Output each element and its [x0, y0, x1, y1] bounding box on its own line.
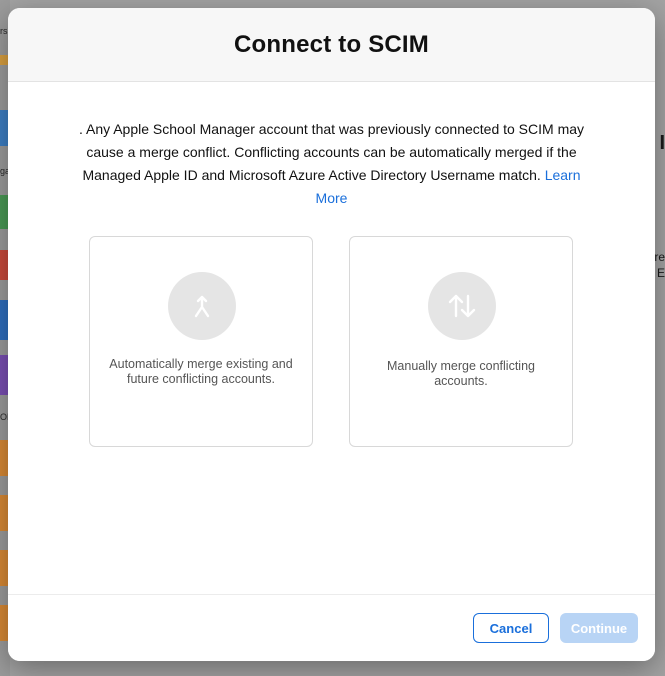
- dialog-header: Connect to SCIM: [8, 8, 655, 82]
- background-text: re: [654, 250, 665, 264]
- background-icon: [0, 110, 8, 146]
- option-label: Automatically merge existing and future …: [109, 357, 293, 386]
- background-icon: [0, 300, 8, 340]
- option-manual-merge[interactable]: Manually merge conflicting accounts.: [349, 236, 573, 447]
- background-text: rs: [0, 26, 8, 36]
- background-icon: [0, 55, 8, 65]
- background-icon: [0, 440, 8, 476]
- merge-icon: [168, 272, 236, 340]
- background-icon: [0, 250, 8, 280]
- dialog-title: Connect to SCIM: [234, 30, 429, 58]
- background-icon: [0, 355, 8, 395]
- background-icon: [0, 605, 8, 641]
- connect-scim-dialog: Connect to SCIM . Any Apple School Manag…: [8, 8, 655, 661]
- background-text: I: [659, 132, 665, 154]
- background-icon: [0, 495, 8, 531]
- background-icon: [0, 195, 8, 229]
- dialog-intro: . Any Apple School Manager account that …: [68, 118, 595, 210]
- background-text: E: [656, 266, 665, 280]
- cancel-button[interactable]: Cancel: [473, 613, 549, 643]
- swap-arrows-icon: [428, 272, 496, 340]
- continue-button[interactable]: Continue: [560, 613, 638, 643]
- option-automatic-merge[interactable]: Automatically merge existing and future …: [89, 236, 313, 447]
- option-label: Manually merge conflicting accounts.: [387, 359, 535, 388]
- dialog-footer: Cancel Continue: [8, 594, 655, 661]
- intro-text: . Any Apple School Manager account that …: [78, 121, 585, 183]
- background-icon: [0, 550, 8, 586]
